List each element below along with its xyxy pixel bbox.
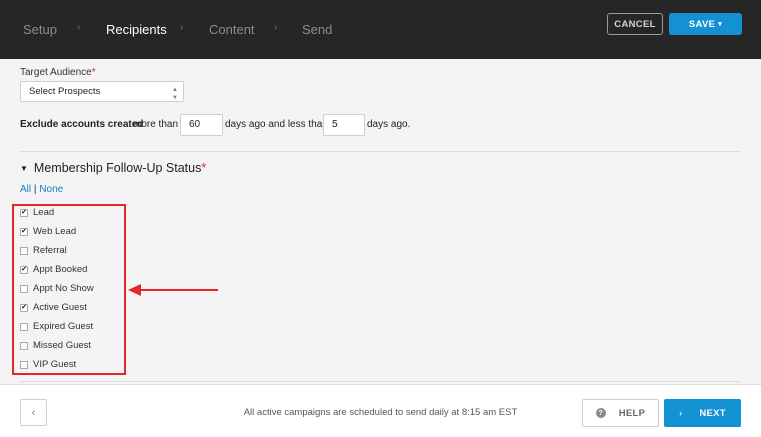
wizard-header: Setup › Recipients › Content › Send CANC…: [0, 0, 761, 59]
min-days-input[interactable]: 60: [180, 114, 223, 136]
footer-bar: ‹ All active campaigns are scheduled to …: [0, 384, 761, 437]
exclude-label: Exclude accounts created: [20, 119, 144, 130]
target-audience-label-text: Target Audience: [20, 67, 92, 78]
step-setup[interactable]: Setup: [23, 22, 57, 37]
next-label: NEXT: [699, 407, 726, 419]
select-all-link[interactable]: All: [20, 184, 31, 195]
next-button[interactable]: › NEXT: [664, 399, 741, 427]
help-button[interactable]: ? HELP: [582, 399, 659, 427]
max-days-input[interactable]: 5: [323, 114, 365, 136]
annotation-highlight-box: [12, 204, 126, 375]
help-label: HELP: [618, 407, 646, 419]
target-audience-select[interactable]: Select Prospects ▲▼: [20, 81, 184, 102]
link-separator: |: [33, 184, 37, 195]
question-icon: ?: [595, 408, 606, 418]
membership-section-title[interactable]: ▼ Membership Follow-Up Status*: [20, 161, 206, 175]
more-than-text: more than: [133, 119, 179, 130]
cancel-button[interactable]: CANCEL: [607, 13, 663, 35]
required-marker: *: [201, 161, 207, 175]
caret-down-icon: ▾: [718, 21, 723, 28]
annotation-arrow-icon: [128, 284, 218, 296]
chevron-right-icon: ›: [679, 408, 683, 418]
exclude-accounts-row: Exclude accounts created more than 60 da…: [20, 114, 520, 136]
save-button[interactable]: SAVE ▾: [669, 13, 742, 35]
step-content[interactable]: Content: [209, 22, 255, 37]
save-button-label: SAVE: [688, 18, 716, 30]
chevron-right-icon: ›: [77, 22, 81, 33]
chevron-right-icon: ›: [274, 22, 278, 33]
days-ago-text: days ago.: [367, 119, 411, 130]
select-arrows-icon: ▲▼: [172, 87, 178, 101]
section-divider: [20, 151, 741, 152]
step-send[interactable]: Send: [302, 22, 332, 37]
select-none-link[interactable]: None: [39, 184, 63, 195]
chevron-right-icon: ›: [180, 22, 184, 33]
target-audience-value: Select Prospects: [29, 86, 101, 97]
required-marker: *: [91, 67, 96, 78]
collapse-toggle-icon[interactable]: ▼: [20, 164, 28, 173]
mid-text: days ago and less than: [225, 119, 328, 130]
select-all-none: All | None: [20, 184, 63, 195]
step-recipients[interactable]: Recipients: [106, 22, 167, 37]
membership-title-text: Membership Follow-Up Status: [33, 161, 202, 175]
target-audience-label: Target Audience*: [20, 67, 96, 78]
section-divider: [20, 381, 741, 382]
